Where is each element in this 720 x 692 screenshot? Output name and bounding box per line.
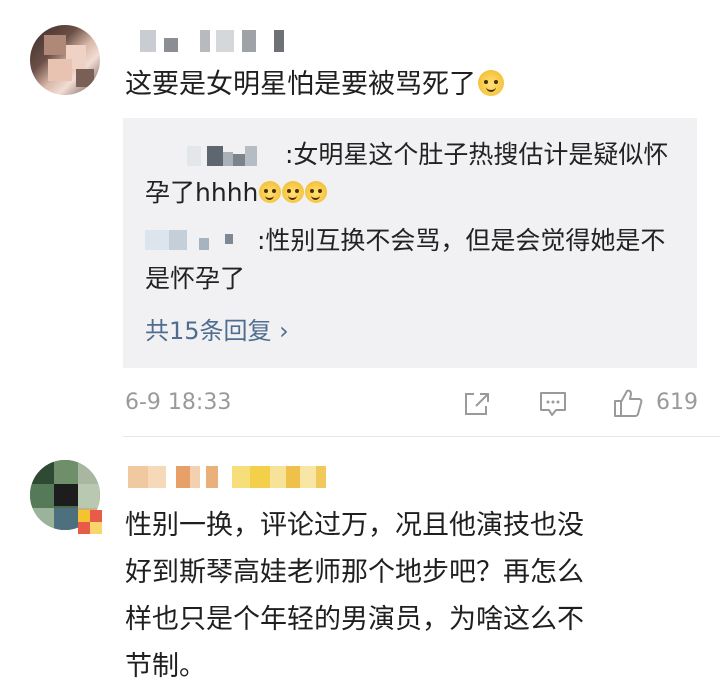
doge-emoji-icon xyxy=(478,70,504,96)
like-icon[interactable] xyxy=(612,387,644,423)
divider xyxy=(123,436,720,437)
timestamp: 6-9 18:33 xyxy=(125,390,232,415)
comment-text: 性别一换，评论过万，况且他演技也没 好到斯琴高娃老师那个地步吧？再怎么 样也只是… xyxy=(125,502,584,690)
more-replies-link[interactable]: 共15条回复 › xyxy=(145,311,289,346)
reply-text: :女明星这个肚子热搜估计是疑似怀孕了hhhh xyxy=(145,140,669,207)
comment-line: 样也只是个年轻的男演员，为啥这么不 xyxy=(125,604,584,635)
doge-emoji-icon xyxy=(282,181,305,203)
doge-emoji-icon xyxy=(259,181,282,203)
reply-box[interactable]: :女明星这个肚子热搜估计是疑似怀孕了hhhh :性别互换不会骂，但是会觉得她是不… xyxy=(123,118,697,368)
username-redacted[interactable] xyxy=(140,30,284,52)
comment-line: 好到斯琴高娃老师那个地步吧？再怎么 xyxy=(125,557,584,588)
reply-text: :性别互换不会骂，但是会觉得她是不是怀孕了 xyxy=(145,226,666,293)
doge-emoji-icon xyxy=(305,181,328,203)
username-redacted[interactable] xyxy=(128,466,326,488)
like-count: 619 xyxy=(656,390,698,415)
comment-text: 这要是女明星怕是要被骂死了 xyxy=(125,62,504,108)
reply-item[interactable]: :女明星这个肚子热搜估计是疑似怀孕了hhhh xyxy=(145,136,685,212)
comment-line: 节制。 xyxy=(125,651,206,682)
share-icon[interactable] xyxy=(462,390,492,422)
avatar[interactable] xyxy=(30,25,100,95)
comment-body: 这要是女明星怕是要被骂死了 xyxy=(125,69,476,100)
comment-icon[interactable] xyxy=(538,390,568,422)
reply-item[interactable]: :性别互换不会骂，但是会觉得她是不是怀孕了 xyxy=(145,222,685,298)
comment-line: 性别一换，评论过万，况且他演技也没 xyxy=(125,510,584,541)
avatar-badge-icon xyxy=(78,510,102,534)
